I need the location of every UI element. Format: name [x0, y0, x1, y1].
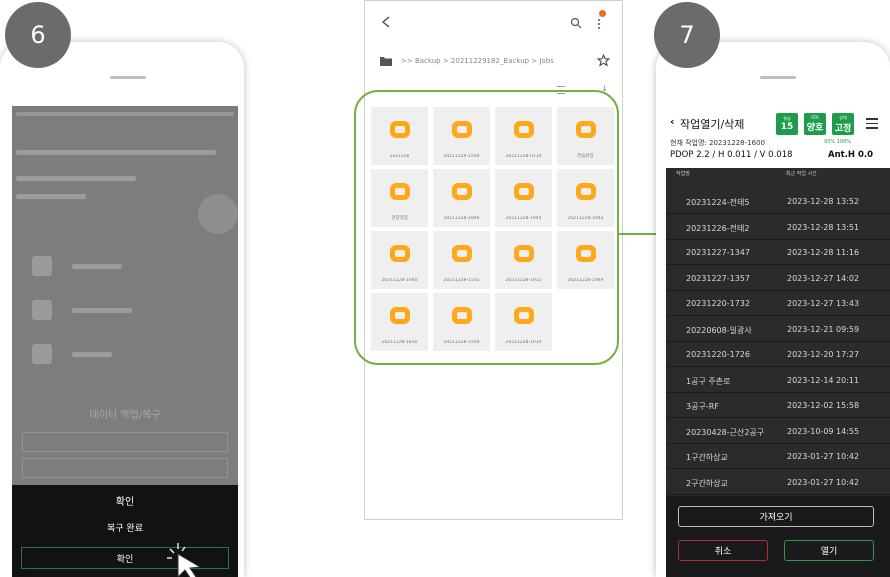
job-time: 2023-12-21 09:59 — [787, 324, 860, 334]
rtk-status: 양호 — [806, 123, 824, 133]
phone-frame-step7: ‹ 작업열기/삭제 위성 15 RTK 양호 상태 고정 현재 작업명: 202… — [656, 42, 890, 577]
row-divider — [666, 493, 890, 495]
job-time: 2023-12-20 17:27 — [787, 350, 860, 359]
precision-readout: PDOP 2.2 / H 0.011 / V 0.018 — [670, 150, 793, 160]
current-job: 현재 작업명: 20231228-1600 — [670, 139, 765, 147]
job-time: 2023-12-28 11:16 — [787, 248, 860, 257]
job-name: 20220608-일광사 — [686, 325, 752, 335]
dialog-message: 복구 완료 — [107, 524, 143, 534]
dialog-title: 확인 — [115, 497, 135, 508]
column-header: 작업명 최근 작업 시간 — [666, 168, 890, 180]
app-header: ‹ 작업열기/삭제 위성 15 RTK 양호 상태 고정 현재 작업명: 202… — [666, 109, 890, 168]
backup-section-title: 데이터 백업/복구 — [89, 410, 161, 421]
fix-status-value: 고정 — [834, 123, 852, 134]
job-row[interactable]: 20231220-1732 2023-12-27 13:43 — [666, 291, 890, 316]
job-row[interactable]: 3공구-RF 2023-12-02 15:58 — [666, 393, 890, 418]
phone-speaker — [110, 76, 146, 79]
menu-icon[interactable] — [866, 118, 878, 129]
battery-status: 93% 100% — [824, 139, 851, 145]
satellite-button[interactable]: 위성 15 — [776, 113, 798, 135]
job-name: 2구간하상교 — [686, 478, 728, 488]
job-name: 1공구 주촌로 — [686, 376, 731, 386]
notification-dot — [599, 10, 606, 17]
blurred-menu-label — [72, 264, 122, 269]
job-time: 2023-01-27 10:42 — [787, 477, 860, 487]
job-row[interactable]: 20231220-1726 2023-12-20 17:27 — [666, 342, 890, 367]
menu-icon — [32, 300, 52, 320]
back-button[interactable]: ‹ — [670, 115, 675, 128]
job-row[interactable]: 20220608-일광사 2023-12-21 09:59 — [666, 317, 890, 342]
page-title: 작업열기/삭제 — [680, 118, 745, 131]
more-options-icon[interactable] — [598, 16, 601, 30]
phone-screen: ‹ 작업열기/삭제 위성 15 RTK 양호 상태 고정 현재 작업명: 202… — [666, 109, 890, 577]
phone-speaker — [760, 76, 796, 79]
job-time: 2023-12-27 14:02 — [787, 273, 860, 283]
open-label: 열기 — [820, 547, 838, 557]
rtk-button[interactable]: RTK 양호 — [804, 113, 826, 135]
job-row[interactable]: 20231227-1347 2023-12-28 11:16 — [666, 240, 890, 265]
menu-icon — [32, 344, 52, 364]
blurred-menu-label — [72, 308, 132, 313]
job-row[interactable]: 20231227-1357 2023-12-27 14:02 — [666, 266, 890, 291]
blurred-avatar — [198, 194, 238, 234]
blurred-subheader — [16, 194, 86, 199]
highlight-outline — [354, 90, 619, 365]
job-name: 3공구-RF — [686, 402, 719, 411]
job-name: 1구간하상교 — [686, 453, 728, 462]
job-row[interactable]: 2구간하상교 2023-01-27 10:42 — [666, 470, 890, 495]
back-arrow-icon[interactable] — [381, 16, 391, 28]
phone-screen: 데이터 백업/복구 확인 복구 완료 확인 — [12, 106, 238, 577]
job-name: 20231220-1732 — [686, 299, 750, 308]
job-row[interactable]: 20231226-전태2 2023-12-28 13:51 — [666, 215, 890, 240]
job-row[interactable]: 1구간하상교 2023-01-27 10:42 — [666, 444, 890, 469]
star-icon[interactable] — [597, 54, 610, 67]
job-time: 2023-10-09 14:55 — [787, 426, 860, 436]
job-time: 2023-01-27 10:42 — [787, 452, 860, 461]
step-badge-6: 6 — [5, 2, 71, 68]
antenna-height: Ant.H 0.0 — [828, 150, 874, 160]
phone-frame-step6: 데이터 백업/복구 확인 복구 완료 확인 — [0, 42, 244, 577]
step-number: 7 — [679, 21, 695, 49]
cancel-label: 취소 — [714, 547, 732, 557]
open-button[interactable]: 열기 — [784, 540, 874, 561]
step-badge-7: 7 — [654, 2, 720, 68]
blurred-subheader — [16, 176, 136, 181]
job-time: 2023-12-28 13:51 — [787, 222, 860, 232]
column-time: 최근 작업 시간 — [786, 171, 817, 177]
cancel-button[interactable]: 취소 — [678, 540, 768, 561]
job-row[interactable]: 20230428-근산2공구 2023-10-09 14:55 — [666, 419, 890, 444]
job-name: 20231227-1357 — [686, 273, 750, 283]
backup-option-2[interactable] — [22, 458, 228, 478]
import-button[interactable]: 가져오기 — [678, 506, 874, 527]
job-time: 2023-12-14 20:11 — [787, 375, 860, 385]
import-label: 가져오기 — [759, 513, 793, 523]
job-row[interactable]: 20231224-전태5 2023-12-28 13:52 — [666, 189, 890, 214]
bottom-bar: 가져오기 취소 열기 — [666, 496, 890, 577]
search-icon[interactable] — [570, 17, 582, 29]
step-number: 6 — [30, 21, 46, 49]
job-name: 20231226-전태2 — [686, 223, 750, 233]
backup-option-1[interactable] — [22, 432, 228, 452]
satellite-count: 15 — [780, 122, 794, 132]
confirm-label: 확인 — [116, 554, 134, 565]
job-row[interactable]: 1공구 주촌로 2023-12-14 20:11 — [666, 368, 890, 393]
column-job: 작업명 — [676, 171, 690, 177]
breadcrumb[interactable]: >> Backup > 20211229182_Backup > Jobs — [401, 57, 554, 65]
tap-cursor-icon — [167, 543, 202, 577]
status-bar — [16, 112, 234, 116]
menu-icon — [32, 256, 52, 276]
blurred-header — [16, 150, 216, 155]
job-name: 20231227-1347 — [686, 248, 750, 257]
job-time: 2023-12-28 13:52 — [787, 197, 860, 206]
blurred-menu-label — [72, 352, 112, 357]
confirm-dialog: 확인 복구 완료 확인 — [12, 485, 238, 577]
fix-status-button[interactable]: 상태 고정 — [832, 113, 854, 135]
job-name: 20231220-1726 — [686, 350, 750, 359]
folder-home-icon[interactable] — [380, 56, 392, 66]
job-time: 2023-12-02 15:58 — [787, 401, 860, 410]
job-name: 20230428-근산2공구 — [686, 427, 765, 437]
job-name: 20231224-전태5 — [686, 198, 750, 207]
job-time: 2023-12-27 13:43 — [787, 299, 860, 308]
